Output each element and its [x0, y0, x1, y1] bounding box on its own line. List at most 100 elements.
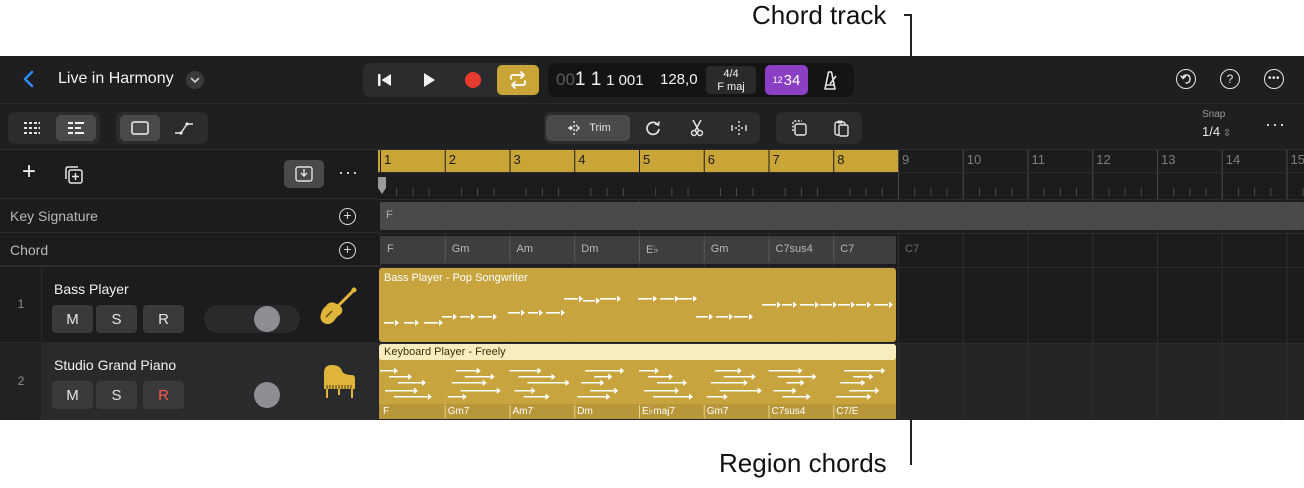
solo-button[interactable]: S	[96, 381, 137, 409]
toolbar-more-icon[interactable]: ···	[1265, 114, 1286, 135]
ruler-beat-tick	[525, 188, 527, 196]
bass-note	[424, 322, 438, 324]
chord-track-chord[interactable]: C7	[840, 243, 854, 255]
chord-track-chord[interactable]: C7sus4	[776, 243, 813, 255]
undo-history-icon[interactable]	[1176, 69, 1196, 89]
mute-button[interactable]: M	[52, 381, 93, 409]
project-title[interactable]: Live in Harmony	[58, 70, 174, 88]
piano-note	[786, 382, 801, 384]
piano-note	[653, 396, 689, 398]
snap-value-select[interactable]: 1/4 ⇳	[1202, 124, 1231, 139]
ruler-beat-tick	[622, 188, 624, 196]
record-enable-button[interactable]: R	[143, 305, 184, 333]
chord-track-chord[interactable]: Am	[517, 243, 534, 255]
ruler-beat-tick	[752, 188, 754, 196]
add-key-signature-icon[interactable]: +	[339, 208, 356, 225]
view-switcher	[8, 112, 100, 144]
region-chord[interactable]: Gm7	[707, 406, 729, 417]
piano-note	[714, 370, 738, 372]
bass-note	[460, 316, 470, 318]
paste-button[interactable]	[822, 115, 860, 141]
chord-track-chord[interactable]: C7	[905, 243, 919, 255]
inspector-toggles	[116, 112, 208, 144]
track-header-bass-player[interactable]: 1 Bass Player M S R	[0, 267, 378, 343]
loop-tool-button[interactable]	[634, 115, 672, 141]
region-chord-divider	[768, 405, 770, 418]
cycle-icon	[510, 71, 526, 89]
piano-note	[849, 390, 876, 392]
back-chevron-icon[interactable]	[18, 68, 40, 90]
region-chord[interactable]: F	[383, 406, 389, 417]
volume-knob[interactable]	[254, 306, 280, 332]
ruler-bar-number: 1	[384, 152, 392, 167]
live-loops-view-button[interactable]	[12, 115, 52, 141]
add-chord-icon[interactable]: +	[339, 242, 356, 259]
region-chord[interactable]: C7sus4	[772, 406, 806, 417]
go-to-beginning-button[interactable]	[365, 63, 405, 97]
more-options-icon[interactable]: •••	[1264, 69, 1284, 89]
join-tool-button[interactable]	[720, 115, 758, 141]
bass-note	[762, 304, 776, 306]
catch-playhead-button[interactable]	[284, 160, 324, 188]
project-menu-chevron-icon[interactable]	[186, 71, 204, 89]
chord-divider	[703, 238, 705, 262]
chord-track-chord[interactable]: E♭	[646, 243, 659, 256]
ruler-beat-tick	[1011, 188, 1013, 196]
chord-divider	[833, 238, 835, 262]
ruler-beat-tick	[1124, 188, 1126, 196]
volume-knob[interactable]	[254, 382, 280, 408]
record-enable-button[interactable]: R	[143, 381, 184, 409]
split-tool-button[interactable]	[678, 115, 716, 141]
chord-track-chord[interactable]: Dm	[581, 243, 598, 255]
ruler-bar-number: 8	[837, 152, 845, 167]
signature-key-display[interactable]: 4/4 F maj	[706, 66, 756, 94]
add-track-icon[interactable]: +	[22, 160, 36, 184]
ruler-beat-tick	[428, 188, 430, 196]
browser-toggle-button[interactable]	[120, 115, 160, 141]
ruler-bar-tick	[509, 150, 511, 199]
ruler-bar-tick	[1027, 150, 1029, 199]
volume-slider[interactable]	[204, 305, 300, 333]
bass-region-title[interactable]: Bass Player - Pop Songwriter	[384, 272, 528, 284]
ruler-beat-tick	[930, 188, 932, 196]
region-chord[interactable]: C7/E	[836, 406, 858, 417]
play-button[interactable]	[409, 63, 449, 97]
ruler-beat-tick	[1043, 188, 1045, 196]
chord-track-chord[interactable]: Gm	[452, 243, 470, 255]
region-chord[interactable]: Gm7	[448, 406, 470, 417]
trim-tool-button[interactable]: Trim	[546, 115, 630, 141]
automation-curve-icon	[175, 122, 193, 135]
piano-note	[527, 382, 566, 384]
mute-button[interactable]: M	[52, 305, 93, 333]
track-header-studio-grand-piano[interactable]: 2 Studio Grand Piano M S R	[0, 343, 378, 420]
region-chord[interactable]: Dm	[577, 406, 593, 417]
metronome-icon[interactable]	[816, 68, 844, 92]
record-button[interactable]	[453, 63, 493, 97]
region-chord[interactable]: E♭maj7	[642, 406, 675, 417]
track-header-more-icon[interactable]: ···	[338, 162, 359, 183]
piano-note	[389, 376, 408, 378]
region-chord[interactable]: Am7	[513, 406, 534, 417]
piano-note	[853, 376, 870, 378]
automation-toggle-button[interactable]	[164, 115, 204, 141]
tracks-view-button[interactable]	[56, 115, 96, 141]
piano-region-title[interactable]: Keyboard Player - Freely	[384, 346, 506, 358]
cycle-button[interactable]	[497, 65, 539, 95]
count-in-button[interactable]: 12 34	[765, 65, 808, 95]
region-chord-divider	[444, 405, 446, 418]
chord-track-chord[interactable]: Gm	[711, 243, 729, 255]
clipboard-tools	[776, 112, 862, 144]
tempo-display[interactable]: 128,0	[660, 71, 698, 88]
edit-tools: Trim	[544, 112, 760, 144]
lcd-display[interactable]: 001 1 1 001 128,0 4/4 F maj	[548, 63, 854, 97]
duplicate-track-icon[interactable]	[64, 165, 84, 185]
chord-track-chord[interactable]: F	[387, 243, 394, 255]
volume-slider[interactable]	[204, 381, 300, 409]
copy-button[interactable]	[780, 115, 818, 141]
help-icon[interactable]: ?	[1220, 69, 1240, 89]
timeline-canvas[interactable]	[378, 150, 1304, 420]
solo-button[interactable]: S	[96, 305, 137, 333]
ruler-bar-tick	[768, 150, 770, 199]
tracks-timeline[interactable]: 1 2 3 4 5 6 7 8 9 10 11 12 13 14 15 F F Gm Am Dm E♭ Gm C7sus4…	[378, 150, 1304, 420]
ruler-beat-tick	[800, 188, 802, 196]
